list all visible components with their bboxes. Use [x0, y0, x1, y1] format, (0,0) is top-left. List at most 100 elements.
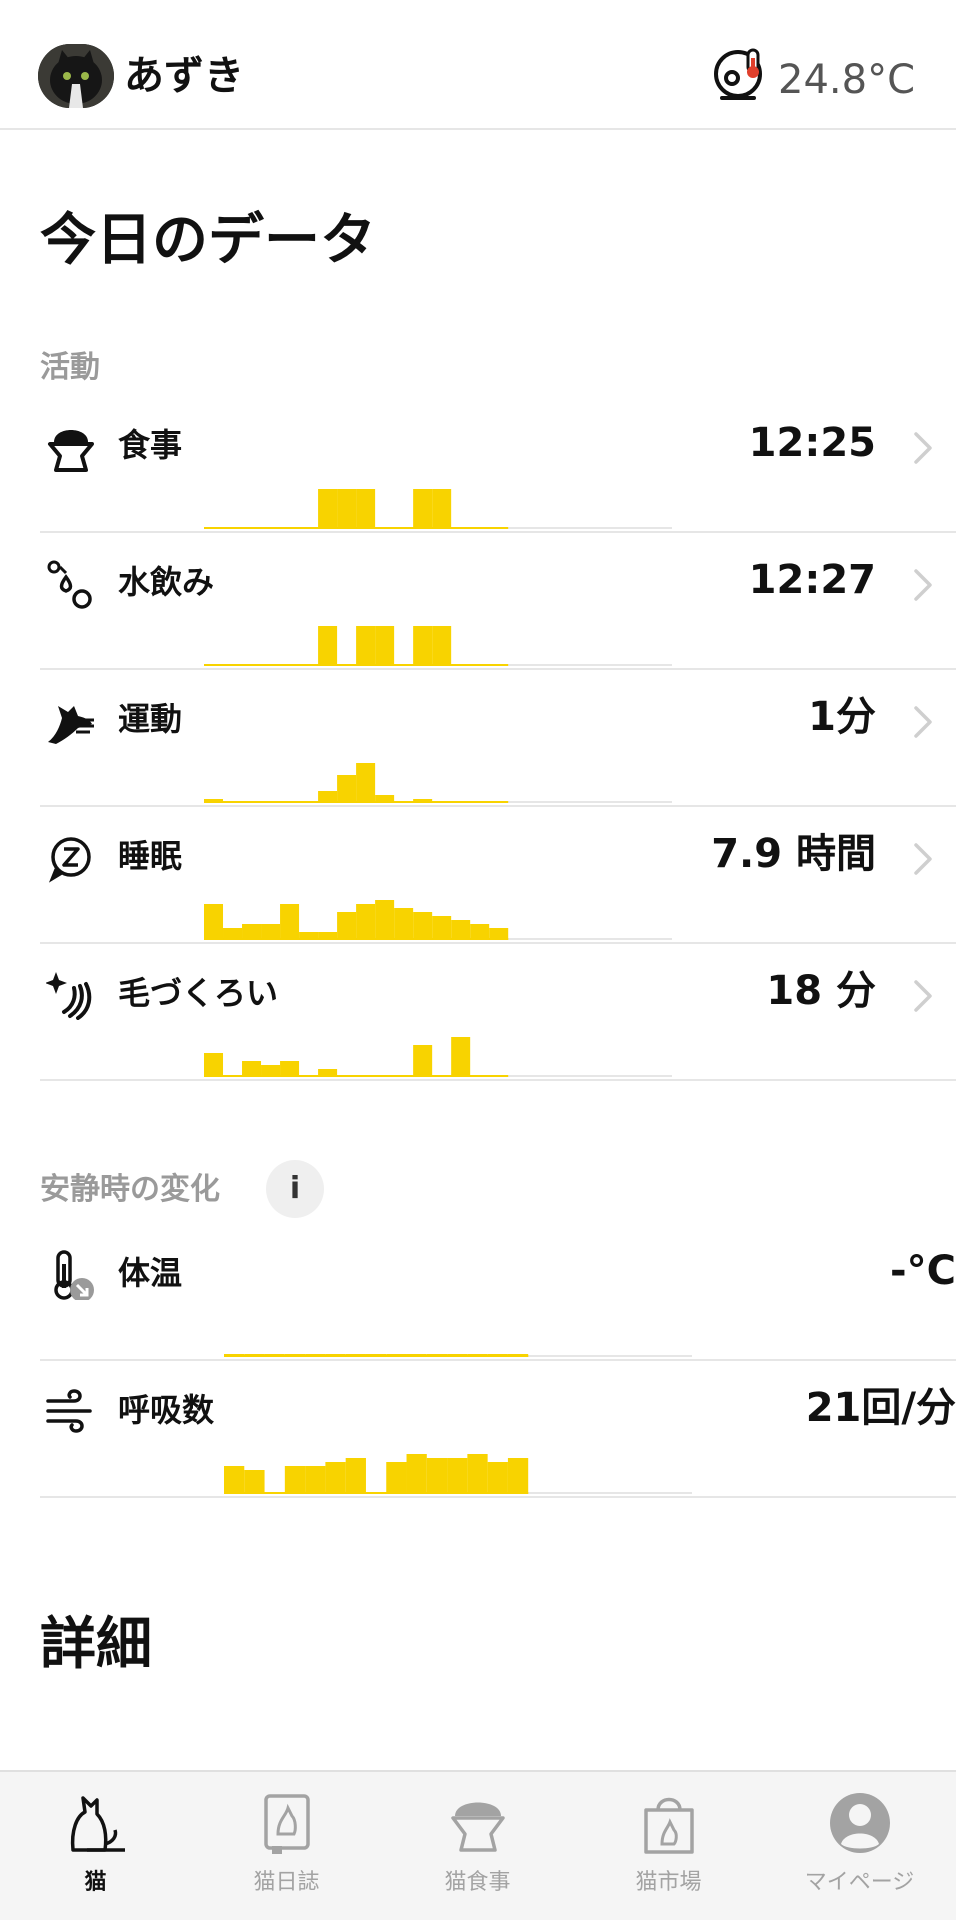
row-drink[interactable]: 水飲み 12:27	[40, 533, 956, 670]
activity-bar-chart	[204, 763, 672, 803]
activity-bar-chart	[204, 626, 672, 666]
chart-bar	[345, 1458, 366, 1494]
tab-food[interactable]: 猫食事	[382, 1772, 573, 1920]
tab-label: 猫食事	[444, 1870, 511, 1895]
chart-bar	[356, 626, 376, 666]
chart-bar	[386, 1354, 407, 1357]
chart-bar	[451, 1037, 471, 1077]
chart-bar	[337, 775, 357, 803]
chart-bar	[375, 795, 395, 803]
chart-bar	[242, 924, 262, 940]
tab-mypage[interactable]: マイページ	[764, 1772, 955, 1920]
chart-bar	[318, 626, 338, 666]
chart-bar	[447, 1458, 468, 1494]
chart-bar	[507, 1354, 529, 1357]
chart-bar	[318, 791, 338, 803]
chart-bar	[305, 1466, 326, 1494]
chart-bar	[284, 1466, 306, 1494]
chart-bar	[337, 912, 357, 940]
header-bar: あずき 24.8°C	[0, 0, 956, 130]
chart-bar	[337, 489, 357, 529]
chart-bar	[375, 626, 395, 666]
chart-bar	[356, 904, 376, 940]
chart-bar	[204, 904, 224, 940]
chart-bar	[356, 763, 376, 803]
chart-bar	[432, 489, 452, 529]
chart-bar	[426, 1458, 448, 1494]
chart-bar	[305, 1354, 326, 1357]
chart-bar	[284, 1354, 306, 1357]
chart-bar	[204, 799, 224, 803]
chart-bar	[325, 1462, 346, 1494]
camera-thermometer-icon[interactable]	[712, 44, 772, 108]
chart-bar	[489, 928, 509, 940]
chart-bar	[413, 912, 433, 940]
chart-bar	[325, 1354, 346, 1357]
row-divider	[40, 1079, 956, 1081]
chart-bar	[413, 799, 433, 803]
chart-bar	[223, 928, 243, 940]
chart-bar	[356, 489, 376, 529]
row-grooming[interactable]: 毛づくろい 18 分	[40, 944, 956, 1081]
app-screen: あずき 24.8°C 今日のデータ 活動 食事 12:25 水飲み 12:27 運動 1分…	[0, 0, 956, 1920]
activity-section-label: 活動	[40, 350, 100, 385]
activity-bar-chart	[204, 1037, 672, 1077]
chart-bar	[507, 1458, 529, 1494]
chart-bar	[204, 1053, 224, 1077]
chart-bar	[244, 1470, 265, 1494]
device-temperature[interactable]: 24.8°C	[778, 52, 915, 108]
chart-bar	[264, 1354, 285, 1357]
activity-bar-chart	[224, 1454, 692, 1494]
activity-bar-chart	[224, 1354, 692, 1357]
chart-bar	[487, 1354, 508, 1357]
detail-title: 詳細	[40, 1612, 152, 1677]
tab-label: 猫市場	[635, 1870, 702, 1895]
tab-label: マイページ	[804, 1870, 915, 1895]
chart-bar	[413, 1045, 433, 1077]
chart-bar	[467, 1354, 488, 1357]
chart-bar	[413, 489, 433, 529]
info-button[interactable]: i	[266, 1160, 324, 1218]
chart-bar	[487, 1462, 508, 1494]
chart-bar	[318, 1069, 338, 1077]
cat-name[interactable]: あずき	[124, 48, 244, 104]
chart-bar	[345, 1354, 366, 1357]
chart-bar	[467, 1454, 488, 1494]
chart-bar	[394, 908, 414, 940]
chart-bar	[365, 1354, 387, 1357]
chart-bar	[224, 1354, 245, 1357]
shopping-bag-icon	[644, 1797, 694, 1854]
chart-bar	[432, 626, 452, 666]
cat-icon	[70, 1796, 125, 1852]
activity-bar-chart	[204, 900, 672, 940]
row-respiration[interactable]: 呼吸数 21回/分	[40, 1361, 956, 1498]
chart-bar	[242, 1061, 262, 1077]
chart-bar	[386, 1462, 407, 1494]
page-title: 今日のデータ	[40, 208, 376, 273]
chart-bar	[375, 900, 395, 940]
row-exercise[interactable]: 運動 1分	[40, 670, 956, 807]
chart-bar	[244, 1354, 265, 1357]
chart-bar	[224, 1466, 245, 1494]
food-bowl-icon	[451, 1802, 505, 1852]
tab-label: 猫	[84, 1870, 107, 1895]
tab-cat[interactable]: 猫	[0, 1772, 191, 1920]
chart-bar	[318, 932, 338, 940]
row-body_temp[interactable]: 体温 -°C	[40, 1224, 956, 1361]
chart-bar	[280, 904, 300, 940]
chart-bar	[299, 932, 319, 940]
rest-section-label: 安静時の変化	[40, 1172, 220, 1207]
row-meal[interactable]: 食事 12:25	[40, 396, 956, 533]
chart-bar	[261, 1065, 281, 1077]
row-divider	[40, 1496, 956, 1498]
activity-bar-chart	[204, 489, 672, 529]
row-sleep[interactable]: 睡眠 7.9 時間	[40, 807, 956, 944]
tab-diary[interactable]: 猫日誌	[191, 1772, 382, 1920]
chart-bar	[426, 1354, 448, 1357]
chart-bar	[451, 920, 471, 940]
tab-market[interactable]: 猫市場	[573, 1772, 764, 1920]
diary-icon	[264, 1794, 310, 1854]
chart-bar	[447, 1354, 468, 1357]
cat-avatar[interactable]	[38, 44, 114, 108]
chart-bar	[432, 916, 452, 940]
